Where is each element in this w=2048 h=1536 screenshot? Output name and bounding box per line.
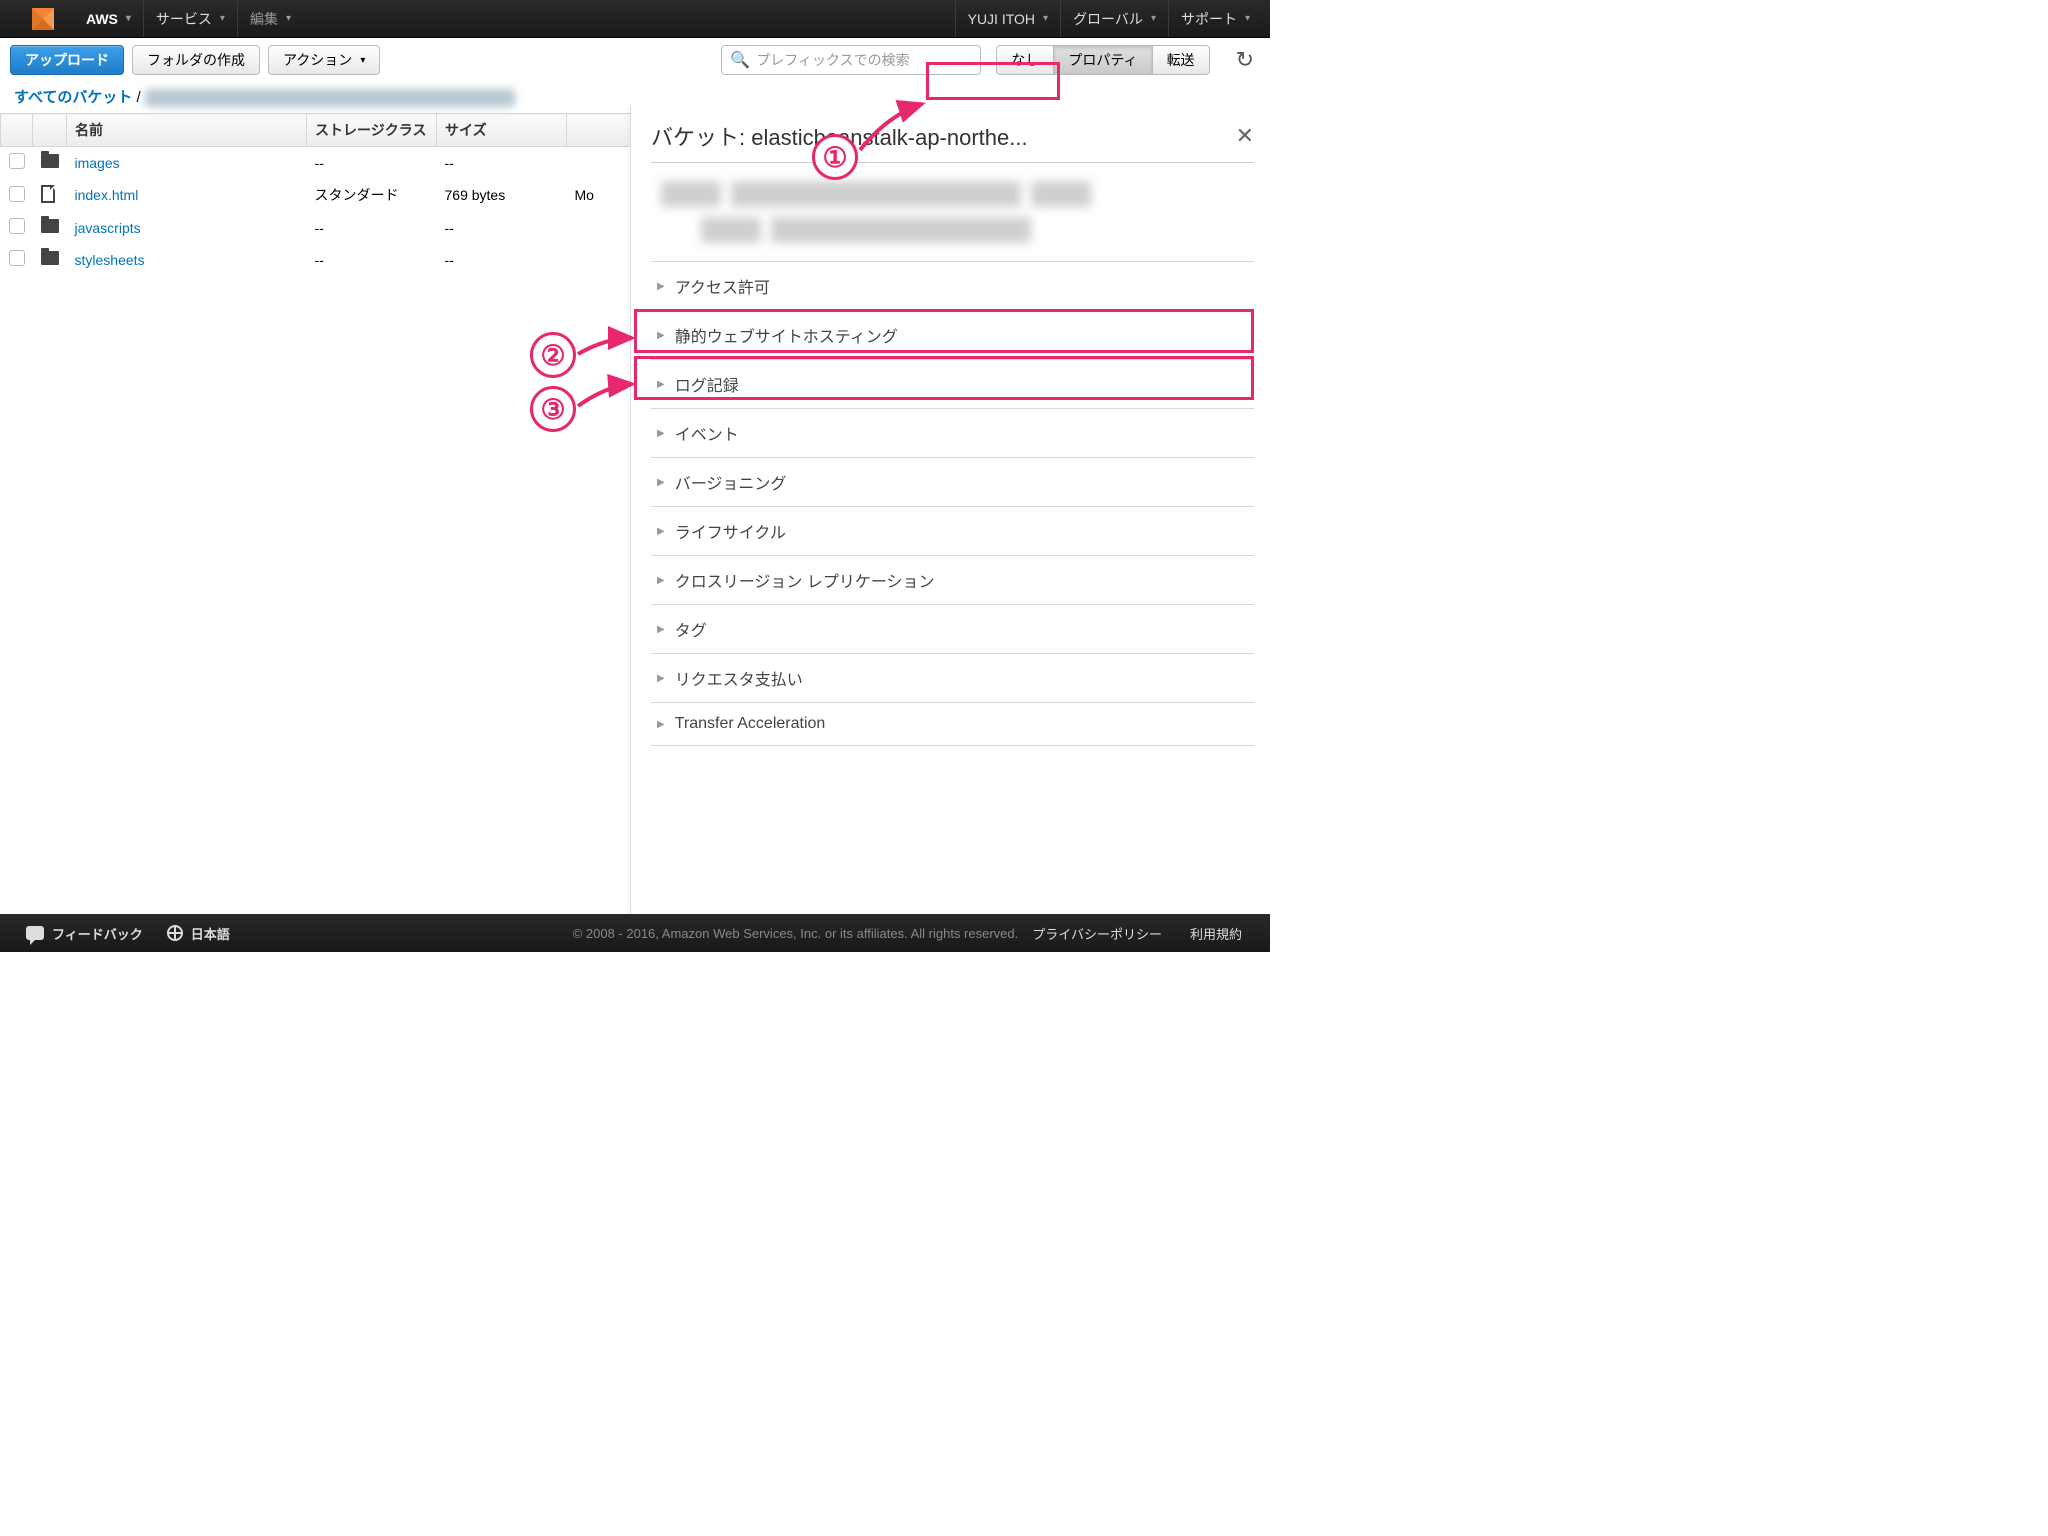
object-link[interactable]: index.html [75,187,139,203]
panel-drag-handle[interactable]: ⋮ [630,485,631,535]
col-name[interactable]: 名前 [67,114,307,147]
caret-right-icon: ▶ [657,673,665,684]
nav-edit[interactable]: 編集▾ [237,0,303,37]
tab-transfer[interactable]: 転送 [1152,45,1210,75]
speech-icon [26,926,44,940]
row-checkbox[interactable] [9,218,25,234]
col-checkbox [1,114,33,147]
object-link[interactable]: stylesheets [75,252,145,268]
accordion-item[interactable]: ▶ イベント [651,409,1254,458]
row-checkbox[interactable] [9,250,25,266]
annotation-arrow-1 [858,100,938,165]
cell-storage: スタンダード [307,179,437,212]
nav-support[interactable]: サポート▾ [1168,0,1262,37]
actions-button[interactable]: アクション▾ [268,45,380,75]
chevron-down-icon: ▾ [1043,13,1048,24]
annotation-2: ② [530,332,576,378]
annotation-arrow-3 [576,378,640,417]
accordion-item[interactable]: ▶ バージョニング [651,458,1254,507]
nav-aws[interactable]: AWS▾ [74,0,143,37]
accordion-label: Transfer Acceleration [675,715,826,733]
accordion-label: タグ [675,617,707,641]
accordion-label: バージョニング [675,470,787,494]
close-icon[interactable]: ✕ [1226,123,1254,149]
create-folder-button[interactable]: フォルダの作成 [132,45,260,75]
toolbar: アップロード フォルダの作成 アクション▾ 🔍 なし プロパティ 転送 ↻ [0,38,1270,82]
object-link[interactable]: images [75,155,120,171]
caret-right-icon: ▶ [657,281,665,292]
chevron-down-icon: ▾ [286,13,291,24]
object-link[interactable]: javascripts [75,220,141,236]
breadcrumb-current-blurred [145,89,515,107]
nav-services[interactable]: サービス▾ [143,0,237,37]
cell-storage: -- [307,244,437,276]
folder-icon [41,251,59,265]
globe-icon [167,925,183,941]
panel-meta-blurred [661,181,1254,243]
feedback-button[interactable]: フィードバック [14,924,155,943]
chevron-down-icon: ▾ [1245,13,1250,24]
nav-user[interactable]: YUJI ITOH▾ [955,0,1060,37]
panel-title-row: バケット: elasticbeanstalk-ap-northe... ✕ [651,114,1254,163]
annotation-arrow-2 [576,332,640,365]
tab-properties[interactable]: プロパティ [1053,45,1152,75]
accordion-label: アクセス許可 [675,274,770,298]
col-size[interactable]: サイズ [437,114,567,147]
caret-right-icon: ▶ [657,575,665,586]
privacy-link[interactable]: プライバシーポリシー [1018,924,1176,943]
breadcrumb-sep: / [137,89,141,106]
cell-storage: -- [307,147,437,179]
caret-right-icon: ▶ [657,526,665,537]
row-checkbox[interactable] [9,186,25,202]
accordion-item[interactable]: ▶ アクセス許可 [651,262,1254,311]
refresh-icon[interactable]: ↻ [1236,47,1260,73]
caret-right-icon: ▶ [657,624,665,635]
upload-button[interactable]: アップロード [10,45,124,75]
nav-region[interactable]: グローバル▾ [1060,0,1168,37]
chevron-down-icon: ▾ [220,13,225,24]
accordion-label: クロスリージョン レプリケーション [675,568,935,592]
properties-panel: ⋮ バケット: elasticbeanstalk-ap-northe... ✕ … [630,106,1270,914]
caret-right-icon: ▶ [657,428,665,439]
col-storage[interactable]: ストレージクラス [307,114,437,147]
search-icon: 🔍 [730,50,750,70]
accordion-item[interactable]: ▶ タグ [651,605,1254,654]
annotation-box-3 [634,356,1254,400]
copyright: © 2008 - 2016, Amazon Web Services, Inc.… [573,926,1019,941]
accordion-item[interactable]: ▶ リクエスタ支払い [651,654,1254,703]
accordion-item[interactable]: ▶ ライフサイクル [651,507,1254,556]
aws-logo-icon[interactable] [32,8,54,30]
accordion-label: イベント [675,421,739,445]
breadcrumb-root[interactable]: すべてのバケット [14,89,132,106]
cell-size: -- [437,147,567,179]
cell-size: -- [437,212,567,244]
cell-storage: -- [307,212,437,244]
top-nav: AWS▾ サービス▾ 編集▾ YUJI ITOH▾ グローバル▾ サポート▾ [0,0,1270,38]
chevron-down-icon: ▾ [126,13,131,24]
accordion-item[interactable]: ▶ クロスリージョン レプリケーション [651,556,1254,605]
col-icon [33,114,67,147]
folder-icon [41,219,59,233]
language-button[interactable]: 日本語 [155,924,242,943]
annotation-box-1 [926,62,1060,100]
chevron-down-icon: ▾ [360,55,365,66]
caret-right-icon: ▶ [657,719,665,730]
accordion-label: リクエスタ支払い [675,666,803,690]
chevron-down-icon: ▾ [1151,13,1156,24]
caret-right-icon: ▶ [657,477,665,488]
annotation-box-2 [634,309,1254,353]
annotation-3: ③ [530,386,576,432]
footer: フィードバック 日本語 © 2008 - 2016, Amazon Web Se… [0,914,1270,952]
annotation-1: ① [812,134,858,180]
cell-size: -- [437,244,567,276]
folder-icon [41,154,59,168]
row-checkbox[interactable] [9,153,25,169]
file-icon [41,185,55,203]
terms-link[interactable]: 利用規約 [1176,924,1256,943]
accordion-label: ライフサイクル [675,519,786,543]
accordion-item[interactable]: ▶ Transfer Acceleration [651,703,1254,746]
cell-size: 769 bytes [437,179,567,212]
